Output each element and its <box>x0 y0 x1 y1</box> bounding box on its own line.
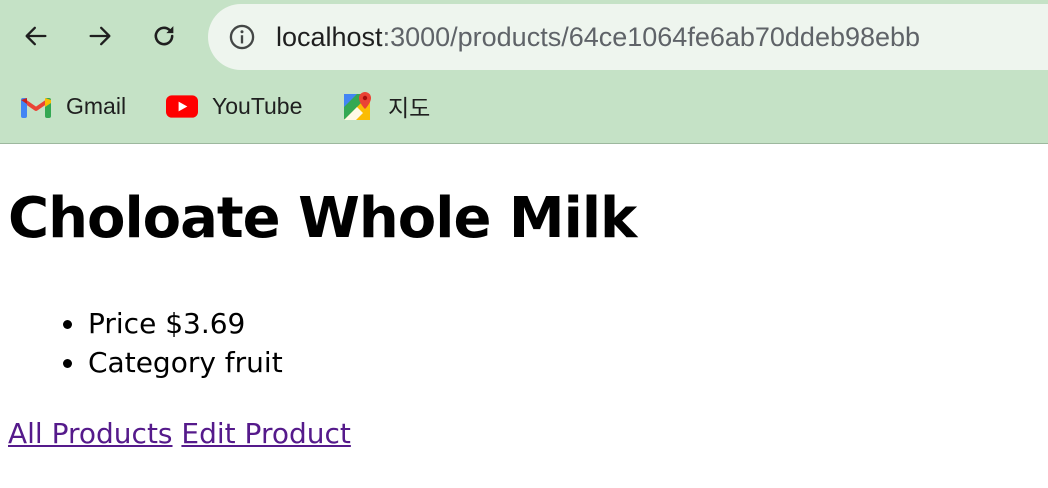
product-category: Category fruit <box>60 343 283 382</box>
arrow-right-icon <box>89 26 111 46</box>
bookmark-maps[interactable]: 지도 <box>342 88 430 124</box>
maps-icon <box>342 92 374 120</box>
bookmarks-bar: Gmail YouTube 지도 <box>0 80 1048 132</box>
url-host: localhost <box>276 22 383 52</box>
url-text[interactable]: localhost:3000/products/64ce1064fe6ab70d… <box>276 20 920 54</box>
gmail-icon <box>20 92 52 120</box>
bookmark-label: YouTube <box>212 92 303 119</box>
back-button[interactable] <box>16 16 56 56</box>
product-title: Choloate Whole Milk <box>8 186 637 251</box>
product-links: All Products Edit Product <box>8 416 351 452</box>
arrow-left-icon <box>25 26 47 46</box>
all-products-link[interactable]: All Products <box>8 417 173 450</box>
bookmark-youtube[interactable]: YouTube <box>166 88 302 124</box>
bookmark-label: 지도 <box>388 95 431 121</box>
reload-icon <box>154 26 174 46</box>
forward-button[interactable] <box>80 16 120 56</box>
browser-toolbar: localhost:3000/products/64ce1064fe6ab70d… <box>0 0 1048 72</box>
page-content: Choloate Whole Milk Price $3.69 Category… <box>0 144 1048 488</box>
site-info-icon[interactable] <box>228 23 256 51</box>
product-details-list: Price $3.69 Category fruit <box>60 304 283 382</box>
bookmark-gmail[interactable]: Gmail <box>20 88 126 124</box>
browser-chrome: localhost:3000/products/64ce1064fe6ab70d… <box>0 0 1048 144</box>
youtube-icon <box>166 92 198 120</box>
reload-button[interactable] <box>144 16 184 56</box>
bookmark-label: Gmail <box>66 92 127 119</box>
url-path: :3000/products/64ce1064fe6ab70ddeb98ebb <box>382 22 921 52</box>
address-bar[interactable]: localhost:3000/products/64ce1064fe6ab70d… <box>208 4 1048 70</box>
edit-product-link[interactable]: Edit Product <box>181 417 350 450</box>
product-price: Price $3.69 <box>60 304 283 343</box>
